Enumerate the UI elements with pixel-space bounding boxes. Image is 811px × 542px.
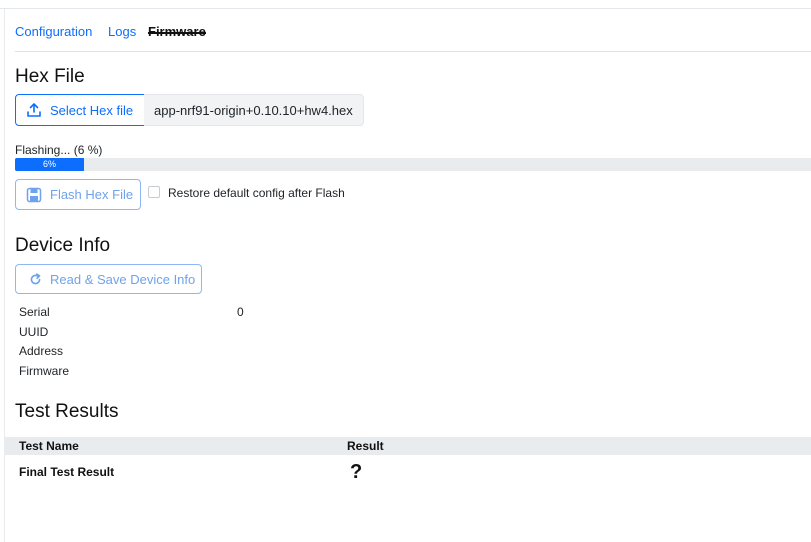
serial-value: 0 [237,305,244,319]
test-results-heading: Test Results [15,401,119,422]
device-info-heading: Device Info [15,235,111,256]
address-label: Address [19,344,64,358]
flash-hex-file-button[interactable]: Flash Hex File [15,179,141,210]
result-unknown-icon: ? [350,461,363,483]
tab-configuration[interactable]: Configuration [15,24,92,39]
results-table-header [5,437,811,455]
save-icon [26,187,42,203]
read-save-device-info-label: Read & Save Device Info [50,271,196,287]
serial-label: Serial [19,305,50,319]
restore-config-checkbox[interactable] [148,186,160,198]
flash-hex-file-label: Flash Hex File [50,187,134,202]
select-hex-file-label: Select Hex file [50,102,134,118]
tab-bar: Configuration Logs Firmware [15,14,811,52]
uuid-label: UUID [19,325,49,339]
hex-file-heading: Hex File [15,66,85,87]
column-test-name: Test Name [19,439,79,453]
flash-progress-fill: 6% [15,158,84,171]
left-divider [4,9,5,542]
tab-logs[interactable]: Logs [108,24,136,39]
selected-file-name: app-nrf91-origin+0.10.10+hw4.hex [144,94,364,126]
upload-icon [26,102,42,118]
restore-config-label: Restore default config after Flash [168,186,345,200]
top-strip [0,0,811,9]
refresh-icon [29,272,42,286]
column-result: Result [347,439,384,453]
read-save-device-info-button[interactable]: Read & Save Device Info [15,264,202,294]
active-tab-indicator [148,32,206,34]
flash-progress-bar: 6% [15,158,811,171]
test-name-cell: Final Test Result [19,465,115,479]
firmware-label: Firmware [19,364,69,378]
flashing-status: Flashing... (6 %) [15,143,103,157]
select-hex-file-button[interactable]: Select Hex file [15,94,145,126]
